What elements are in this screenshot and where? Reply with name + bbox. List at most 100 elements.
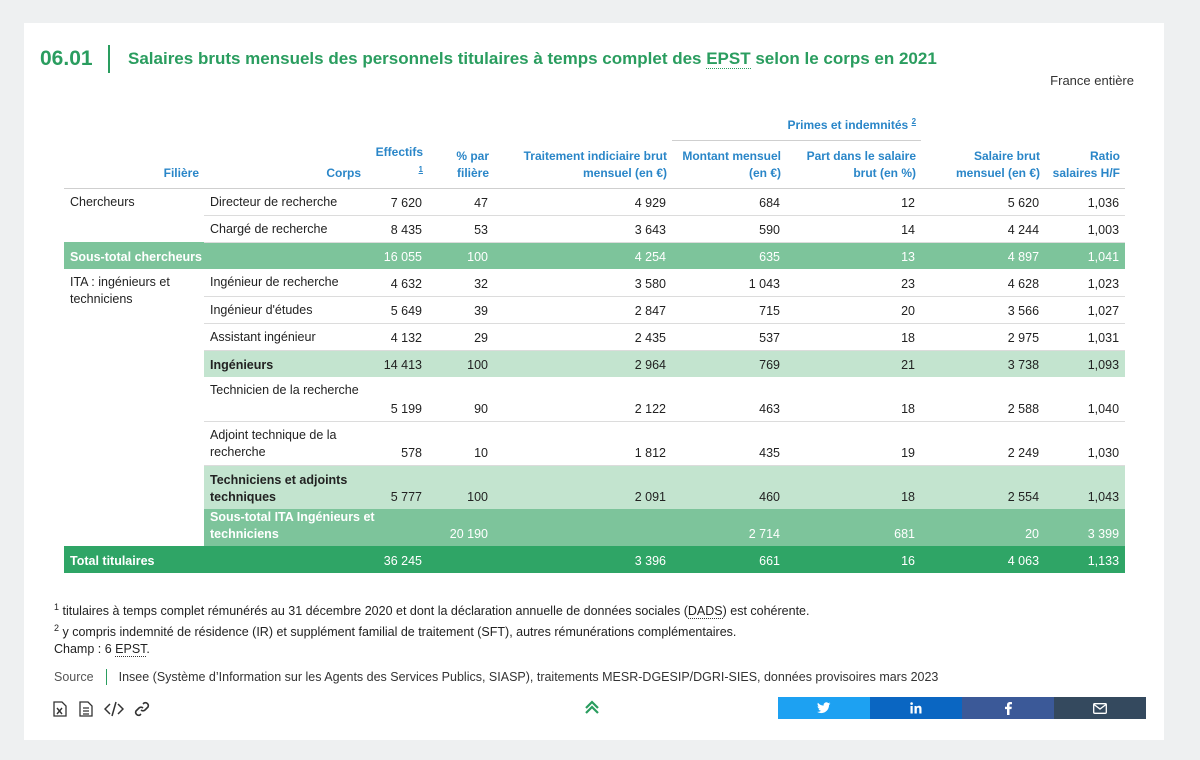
col-salaire: Salaire brut mensuel (en €) [921,140,1046,189]
table-cell: 681 [786,509,922,546]
table-cell: 2 122 [494,377,672,422]
table-row: Assistant ingénieur 4 132 29 2 435 537 18 2 97… [64,323,1126,351]
table-cell: 715 [672,296,786,324]
footnote-1-abbr[interactable]: DADS [687,604,723,620]
col-effectifs-label: Effectifs [375,144,423,159]
table-cell: 7 620 [366,188,428,216]
footnote-1-text-a: titulaires à temps complet rémunérés au … [62,604,688,619]
table-cell: 53 [428,215,494,243]
table-cell: 4 244 [921,215,1046,243]
note-ref-2[interactable]: 2 [912,117,916,126]
subtotal-row: Sous-total chercheurs 16 055 100 4 254 635 13… [64,242,1126,269]
champ-end: . [146,642,150,657]
twitter-icon[interactable] [778,697,870,719]
table-cell: 100 [428,465,494,509]
corps-label: Ingénieur de recherche [204,269,366,297]
table-cell: 8 435 [366,215,428,243]
table-cell: 3 396 [494,546,672,573]
table-cell: 13 [786,242,922,269]
table-cell: 5 620 [921,188,1046,216]
document-icon[interactable] [78,700,94,718]
note-ref-1[interactable]: 1 [419,165,423,174]
table-cell: 1,030 [1045,421,1126,466]
table-cell: 3 566 [921,296,1046,324]
code-icon[interactable] [104,700,124,718]
link-icon[interactable] [134,700,150,718]
row-label: Sous-total ITA Ingénieurs et techniciens [204,509,428,546]
table-cell: 2 588 [921,377,1046,422]
scroll-top-icon[interactable] [584,699,600,720]
corps-label: Ingénieur d'études [204,296,366,324]
toolbar [52,700,150,718]
table-cell: 14 413 [366,350,428,377]
table-cell: 463 [672,377,786,422]
row-label: Total titulaires [64,546,366,573]
table-cell: 2 975 [921,323,1046,351]
excel-icon[interactable] [52,700,68,718]
table-cell: 635 [672,242,786,269]
table-cell: 1,027 [1045,296,1126,324]
footnote-2-text: y compris indemnité de résidence (IR) et… [62,625,737,640]
table-cell: 435 [672,421,786,466]
table-cell: 1,043 [1045,465,1126,509]
footnotes: 1 titulaires à temps complet rémunérés a… [54,599,809,658]
table-cell: 20 190 [428,509,494,546]
salary-table: Primes et indemnités 2 Filière Corps Eff… [64,110,1161,573]
table-cell: 100 [428,242,494,269]
title-text-end: selon le corps en 2021 [750,49,937,68]
filiere-label: Chercheurs [70,194,135,209]
table-cell [494,509,672,546]
table-cell [428,546,494,573]
table-cell: 10 [428,421,494,466]
row-label: Techniciens et adjoints techniques [204,465,366,509]
table-cell: 4 628 [921,269,1046,297]
title-abbr[interactable]: EPST [706,49,751,69]
table-row: Ingénieur d'études 5 649 39 2 847 715 20 3 566… [64,296,1126,324]
table-cell: 2 714 [672,509,786,546]
corps-label: Chargé de recherche [204,215,366,243]
table-cell: 684 [672,188,786,216]
footnote-1-text-b: ) est cohérente. [722,604,810,619]
table-row: Adjoint technique de la recherche 578 10 1 … [64,421,1126,466]
table-cell: 36 245 [366,546,428,573]
table-cell: 3 643 [494,215,672,243]
corps-label: Adjoint technique de la recherche [204,421,366,466]
share-bar [778,697,1146,719]
table-cell: 1,031 [1045,323,1126,351]
table-cell: 39 [428,296,494,324]
table-cell: 4 254 [494,242,672,269]
champ-note: Champ : 6 EPST. [54,641,809,658]
table-cell: 590 [672,215,786,243]
table-cell: 4 897 [921,242,1046,269]
col-filiere: Filière [64,140,204,189]
footnote-1-mark: 1 [54,602,60,612]
table-cell: 18 [786,323,922,351]
col-traitement: Traitement indiciaire brut mensuel (en €… [494,140,672,189]
table-cell: 16 055 [366,242,428,269]
table-cell: 4 063 [921,546,1046,573]
linkedin-icon[interactable] [870,697,962,719]
scope-label: France entière [1050,73,1134,88]
table-row: ITA : ingénieurs et techniciens Ingénieur… [64,269,1126,306]
table-cell: 3 580 [494,269,672,297]
header-separator [108,45,110,73]
table-cell: 4 132 [366,323,428,351]
table-cell: 18 [786,377,922,422]
table-cell: 5 777 [366,465,428,509]
table-cell: 23 [786,269,922,297]
table-cell: 769 [672,350,786,377]
table-cell: 3 399 [1045,509,1126,546]
table-cell: 4 632 [366,269,428,297]
champ-abbr[interactable]: EPST [115,642,147,658]
table-cell: 2 847 [494,296,672,324]
mail-icon[interactable] [1054,697,1146,719]
table-cell: 2 435 [494,323,672,351]
table-cell: 460 [672,465,786,509]
col-ratio: Ratio salaires H/F [1045,140,1126,189]
table-cell: 1,023 [1045,269,1126,297]
table-cell: 1 043 [672,269,786,297]
table-cell: 2 964 [494,350,672,377]
table-number: 06.01 [40,47,93,70]
primes-group-header: Primes et indemnités 2 [672,110,922,141]
facebook-icon[interactable] [962,697,1054,719]
